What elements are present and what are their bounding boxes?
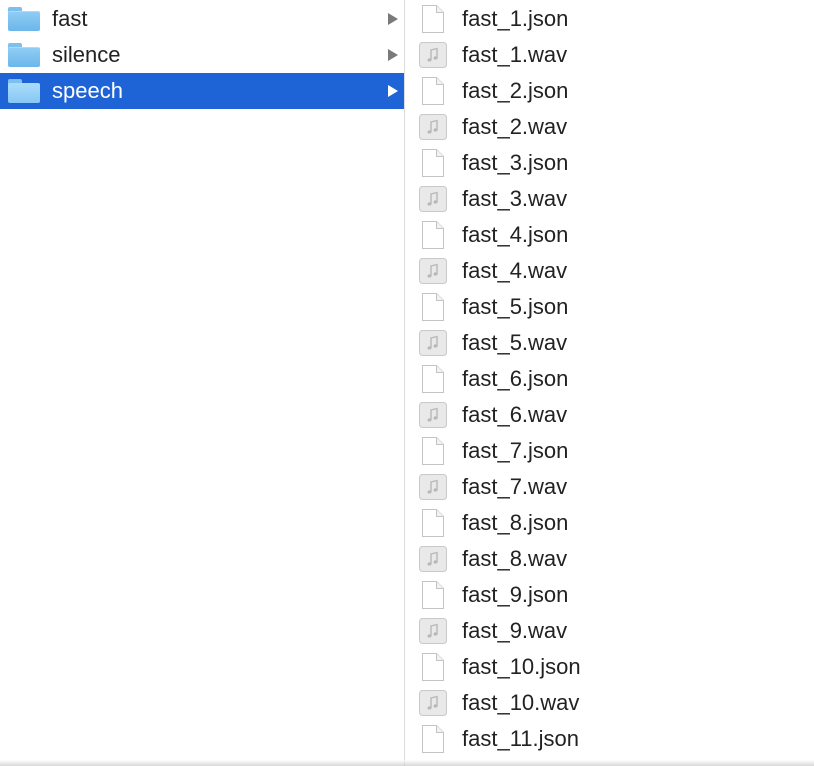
file-name: fast_2.wav: [462, 114, 568, 139]
file-name: fast_1.json: [462, 6, 569, 31]
file-row[interactable]: fast_10.json: [405, 649, 814, 685]
folder-icon: [8, 43, 40, 67]
file-name: fast_9.json: [462, 582, 569, 607]
file-name: fast_6.json: [462, 366, 569, 391]
document-icon: [421, 508, 445, 538]
folder-row-speech[interactable]: speech: [0, 73, 404, 109]
file-row[interactable]: fast_2.wav: [405, 109, 814, 145]
file-row[interactable]: fast_1.json: [405, 1, 814, 37]
file-name: fast_2.json: [462, 78, 569, 103]
finder-column-view: fast silence speech fast_1.json fast_1.wa…: [0, 0, 814, 766]
audio-file-icon: [418, 256, 448, 286]
folder-name: silence: [52, 42, 121, 67]
file-row[interactable]: fast_4.json: [405, 217, 814, 253]
file-name: fast_4.json: [462, 222, 569, 247]
folder-icon: [8, 7, 40, 31]
chevron-right-icon: [388, 49, 398, 61]
file-row[interactable]: fast_6.wav: [405, 397, 814, 433]
file-name: fast_7.json: [462, 438, 569, 463]
file-name: fast_8.json: [462, 510, 569, 535]
document-icon: [421, 148, 445, 178]
file-name: fast_9.wav: [462, 618, 568, 643]
file-row[interactable]: fast_5.json: [405, 289, 814, 325]
file-name: fast_6.wav: [462, 402, 568, 427]
file-row[interactable]: fast_3.wav: [405, 181, 814, 217]
file-row[interactable]: fast_5.wav: [405, 325, 814, 361]
audio-file-icon: [418, 40, 448, 70]
document-icon: [421, 724, 445, 754]
document-icon: [421, 652, 445, 682]
audio-file-icon: [418, 544, 448, 574]
file-row[interactable]: fast_1.wav: [405, 37, 814, 73]
file-column[interactable]: fast_1.json fast_1.wav fast_2.json fast_2.w…: [405, 0, 814, 766]
document-icon: [421, 220, 445, 250]
file-row[interactable]: fast_8.json: [405, 505, 814, 541]
audio-file-icon: [418, 112, 448, 142]
window-bottom-edge: [0, 760, 814, 766]
file-name: fast_11.json: [462, 726, 580, 751]
file-row[interactable]: fast_10.wav: [405, 685, 814, 721]
file-name: fast_5.wav: [462, 330, 568, 355]
folder-icon: [8, 79, 40, 103]
chevron-right-icon: [388, 85, 398, 97]
audio-file-icon: [418, 184, 448, 214]
file-name: fast_3.wav: [462, 186, 568, 211]
document-icon: [421, 4, 445, 34]
file-row[interactable]: fast_7.wav: [405, 469, 814, 505]
file-name: fast_3.json: [462, 150, 569, 175]
file-name: fast_1.wav: [462, 42, 568, 67]
chevron-right-icon: [388, 13, 398, 25]
file-row[interactable]: fast_9.wav: [405, 613, 814, 649]
audio-file-icon: [418, 616, 448, 646]
folder-row-silence[interactable]: silence: [0, 37, 404, 73]
document-icon: [421, 580, 445, 610]
file-row[interactable]: fast_2.json: [405, 73, 814, 109]
file-row[interactable]: fast_6.json: [405, 361, 814, 397]
document-icon: [421, 76, 445, 106]
file-name: fast_10.json: [462, 654, 581, 679]
file-row[interactable]: fast_8.wav: [405, 541, 814, 577]
audio-file-icon: [418, 400, 448, 430]
file-name: fast_10.wav: [462, 690, 580, 715]
audio-file-icon: [418, 688, 448, 718]
file-row[interactable]: fast_4.wav: [405, 253, 814, 289]
file-name: fast_8.wav: [462, 546, 568, 571]
document-icon: [421, 436, 445, 466]
audio-file-icon: [418, 472, 448, 502]
document-icon: [421, 292, 445, 322]
file-row[interactable]: fast_9.json: [405, 577, 814, 613]
file-row[interactable]: fast_11.json: [405, 721, 814, 757]
folder-row-fast[interactable]: fast: [0, 1, 404, 37]
file-name: fast_5.json: [462, 294, 569, 319]
folder-name: speech: [52, 78, 123, 103]
document-icon: [421, 364, 445, 394]
file-name: fast_4.wav: [462, 258, 568, 283]
folder-column[interactable]: fast silence speech: [0, 0, 404, 766]
audio-file-icon: [418, 328, 448, 358]
file-row[interactable]: fast_3.json: [405, 145, 814, 181]
folder-name: fast: [52, 6, 88, 31]
file-name: fast_7.wav: [462, 474, 568, 499]
file-row[interactable]: fast_7.json: [405, 433, 814, 469]
